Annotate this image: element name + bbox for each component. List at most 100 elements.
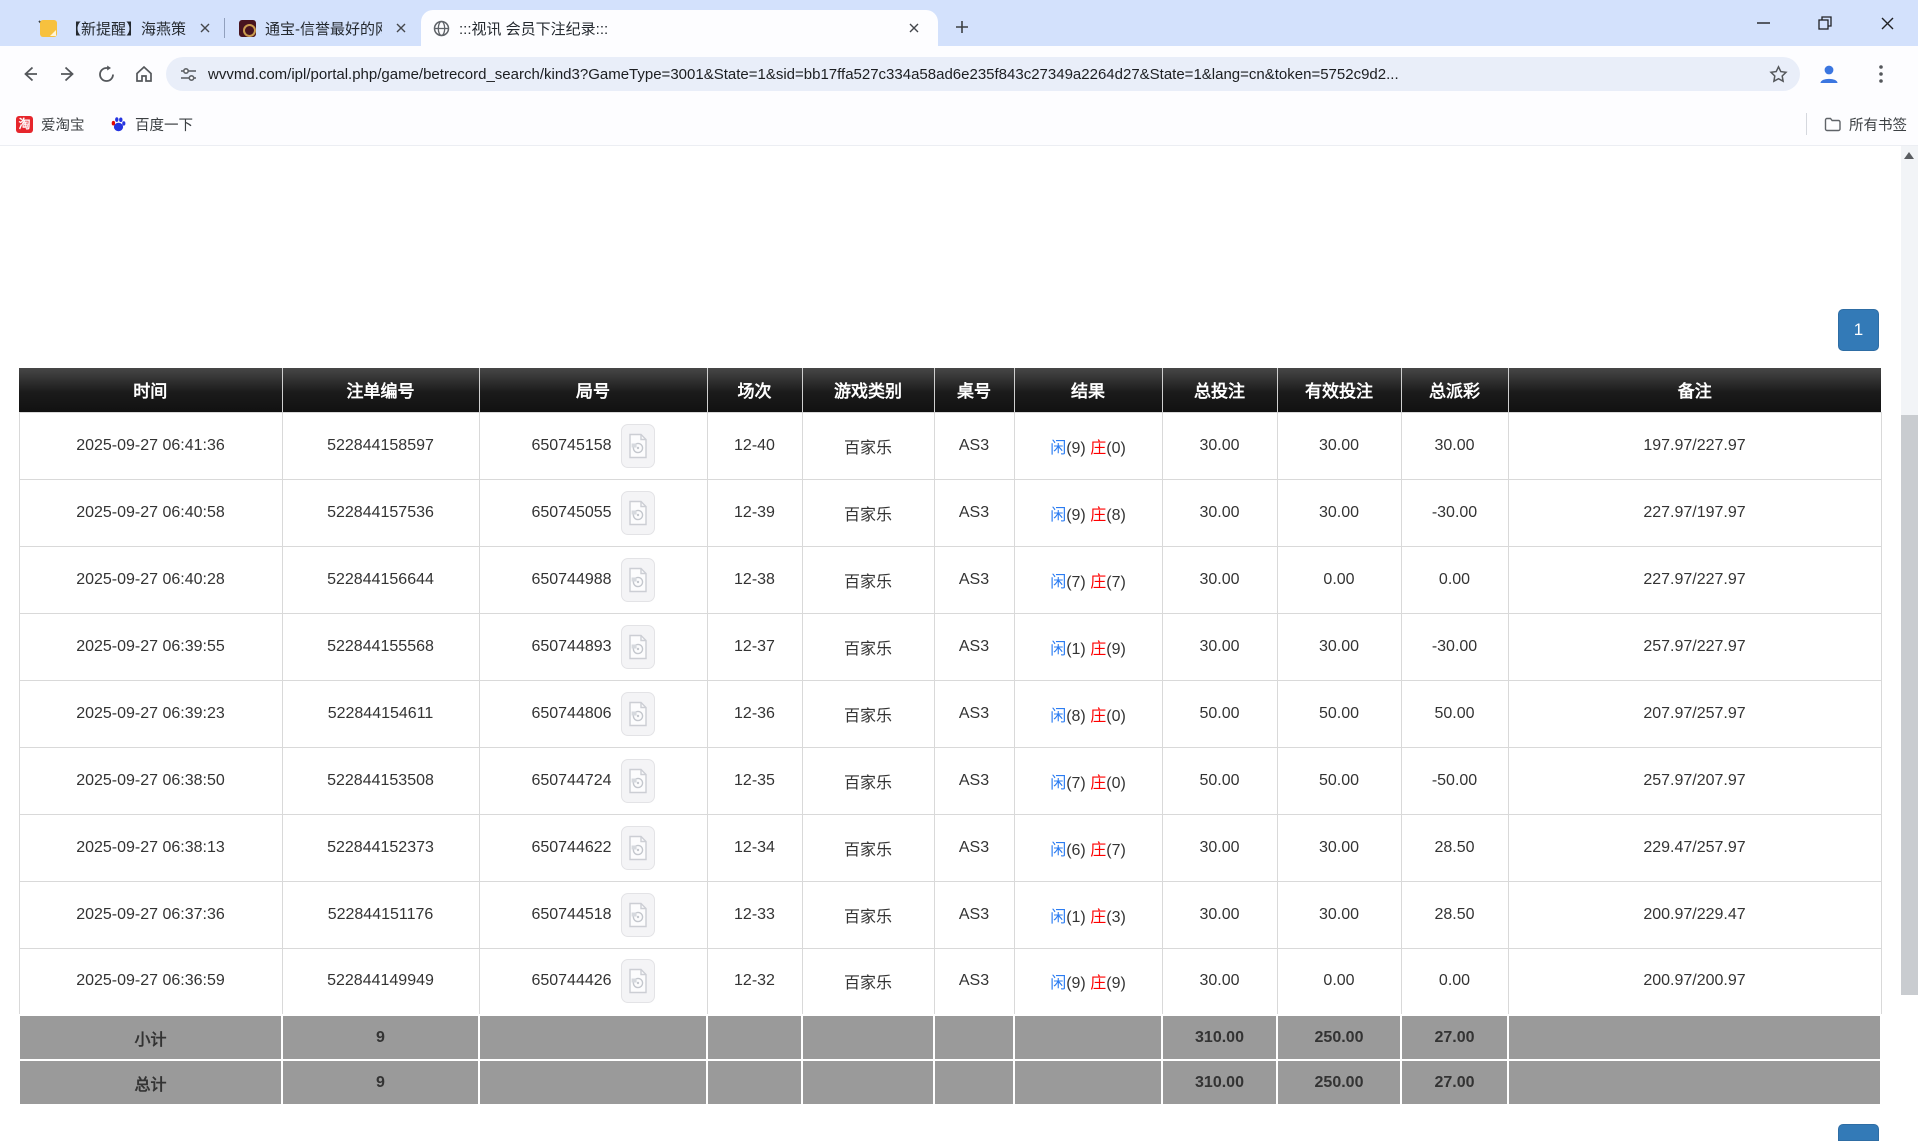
window-controls <box>1732 0 1918 46</box>
browser-titlebar: 【新提醒】海燕策略论坛 - 综合 通宝-信誉最好的网上游戏平台 :::视讯 会员… <box>0 0 1918 46</box>
tab-bet-records[interactable]: :::视讯 会员下注纪录::: <box>421 10 938 46</box>
column-header-0: 时间 <box>19 368 282 412</box>
pagination-page-1-bottom[interactable]: 1 <box>1838 1124 1879 1141</box>
cell-table-no: AS3 <box>934 881 1014 948</box>
bookmark-baidu[interactable]: 百度一下 <box>104 110 199 138</box>
cell-total-bet: 30.00 <box>1162 479 1277 546</box>
new-tab-button[interactable] <box>948 13 976 41</box>
back-icon[interactable] <box>16 60 44 88</box>
tab-close-icon[interactable] <box>391 18 411 38</box>
cell-valid-bet: 50.00 <box>1277 680 1401 747</box>
cell-result: 闲(7) 庄(0) <box>1014 747 1162 814</box>
cell-payout: 0.00 <box>1401 546 1508 613</box>
total-row-cell-9: 27.00 <box>1401 1060 1508 1105</box>
cell-round: 650744426 <box>479 948 707 1015</box>
cell-payout: -50.00 <box>1401 747 1508 814</box>
cell-round: 650744893 <box>479 613 707 680</box>
video-replay-button[interactable] <box>621 826 655 870</box>
cell-round: 650745158 <box>479 412 707 479</box>
subtotal-row-cell-7: 310.00 <box>1162 1015 1277 1060</box>
profile-avatar[interactable] <box>1814 59 1844 89</box>
table-row: 2025-09-27 06:41:36 522844158597 6507451… <box>19 412 1881 479</box>
table-row: 2025-09-27 06:36:59 522844149949 6507444… <box>19 948 1881 1015</box>
cell-remark: 227.97/197.97 <box>1508 479 1881 546</box>
forward-icon[interactable] <box>54 60 82 88</box>
tab-title: 通宝-信誉最好的网上游戏平台 <box>265 18 382 39</box>
address-bar[interactable]: wvvmd.com/ipl/portal.php/game/betrecord_… <box>166 57 1800 91</box>
video-replay-button[interactable] <box>621 625 655 669</box>
cell-time: 2025-09-27 06:38:50 <box>19 747 282 814</box>
cell-remark: 229.47/257.97 <box>1508 814 1881 881</box>
globe-favicon-icon <box>433 20 450 37</box>
column-header-2: 局号 <box>479 368 707 412</box>
table-row: 2025-09-27 06:37:36 522844151176 6507445… <box>19 881 1881 948</box>
total-row-cell-5 <box>934 1060 1014 1105</box>
cell-payout: -30.00 <box>1401 479 1508 546</box>
column-header-8: 有效投注 <box>1277 368 1401 412</box>
cell-game-type: 百家乐 <box>802 747 934 814</box>
video-replay-button[interactable] <box>621 893 655 937</box>
column-header-3: 场次 <box>707 368 802 412</box>
scrollbar-thumb[interactable] <box>1901 415 1918 995</box>
video-replay-button[interactable] <box>621 692 655 736</box>
cell-time: 2025-09-27 06:39:55 <box>19 613 282 680</box>
tab-title: :::视讯 会员下注纪录::: <box>459 18 895 39</box>
cell-result: 闲(8) 庄(0) <box>1014 680 1162 747</box>
column-header-6: 结果 <box>1014 368 1162 412</box>
cell-session: 12-40 <box>707 412 802 479</box>
column-header-5: 桌号 <box>934 368 1014 412</box>
subtotal-row-cell-5 <box>934 1015 1014 1060</box>
pagination-page-1-top[interactable]: 1 <box>1838 309 1879 351</box>
scroll-up-arrow-icon[interactable] <box>1904 152 1914 159</box>
cell-game-type: 百家乐 <box>802 479 934 546</box>
video-replay-button[interactable] <box>621 491 655 535</box>
cell-table-no: AS3 <box>934 412 1014 479</box>
cell-game-type: 百家乐 <box>802 546 934 613</box>
reload-icon[interactable] <box>92 60 120 88</box>
cell-game-type: 百家乐 <box>802 881 934 948</box>
all-bookmarks-button[interactable]: 所有书签 <box>1818 110 1913 138</box>
total-row-cell-3 <box>707 1060 802 1105</box>
cell-time: 2025-09-27 06:38:13 <box>19 814 282 881</box>
cell-total-bet: 30.00 <box>1162 814 1277 881</box>
cell-round: 650744724 <box>479 747 707 814</box>
cell-game-type: 百家乐 <box>802 814 934 881</box>
total-row-cell-8: 250.00 <box>1277 1060 1401 1105</box>
video-replay-button[interactable] <box>621 759 655 803</box>
cell-payout: -30.00 <box>1401 613 1508 680</box>
cell-valid-bet: 30.00 <box>1277 479 1401 546</box>
column-header-1: 注单编号 <box>282 368 479 412</box>
bookmark-aitaobao[interactable]: 淘 爱淘宝 <box>10 110 91 138</box>
cell-result: 闲(9) 庄(9) <box>1014 948 1162 1015</box>
table-row: 2025-09-27 06:40:58 522844157536 6507450… <box>19 479 1881 546</box>
tab-close-icon[interactable] <box>904 18 924 38</box>
cell-total-bet: 50.00 <box>1162 680 1277 747</box>
browser-menu-icon[interactable] <box>1866 59 1896 89</box>
baidu-paw-icon <box>110 116 127 133</box>
cell-valid-bet: 30.00 <box>1277 814 1401 881</box>
cell-bet-id: 522844156644 <box>282 546 479 613</box>
restore-button[interactable] <box>1794 0 1856 46</box>
video-replay-button[interactable] <box>621 959 655 1003</box>
cell-round: 650745055 <box>479 479 707 546</box>
site-settings-icon[interactable] <box>180 66 197 83</box>
cell-payout: 28.50 <box>1401 881 1508 948</box>
cell-payout: 28.50 <box>1401 814 1508 881</box>
video-replay-button[interactable] <box>621 424 655 468</box>
minimize-button[interactable] <box>1732 0 1794 46</box>
subtotal-row-cell-0: 小计 <box>19 1015 282 1060</box>
cell-valid-bet: 30.00 <box>1277 412 1401 479</box>
bookmark-star-icon[interactable] <box>1769 65 1788 84</box>
close-window-button[interactable] <box>1856 0 1918 46</box>
home-icon[interactable] <box>130 60 158 88</box>
cell-bet-id: 522844151176 <box>282 881 479 948</box>
cell-remark: 227.97/227.97 <box>1508 546 1881 613</box>
tab-forum[interactable]: 【新提醒】海燕策略论坛 - 综合 <box>28 10 223 46</box>
cell-time: 2025-09-27 06:37:36 <box>19 881 282 948</box>
tab-tongbao[interactable]: 通宝-信誉最好的网上游戏平台 <box>227 10 419 46</box>
video-replay-button[interactable] <box>621 558 655 602</box>
cell-valid-bet: 0.00 <box>1277 546 1401 613</box>
vertical-scrollbar[interactable] <box>1901 146 1918 995</box>
cell-game-type: 百家乐 <box>802 412 934 479</box>
tab-close-icon[interactable] <box>195 18 215 38</box>
